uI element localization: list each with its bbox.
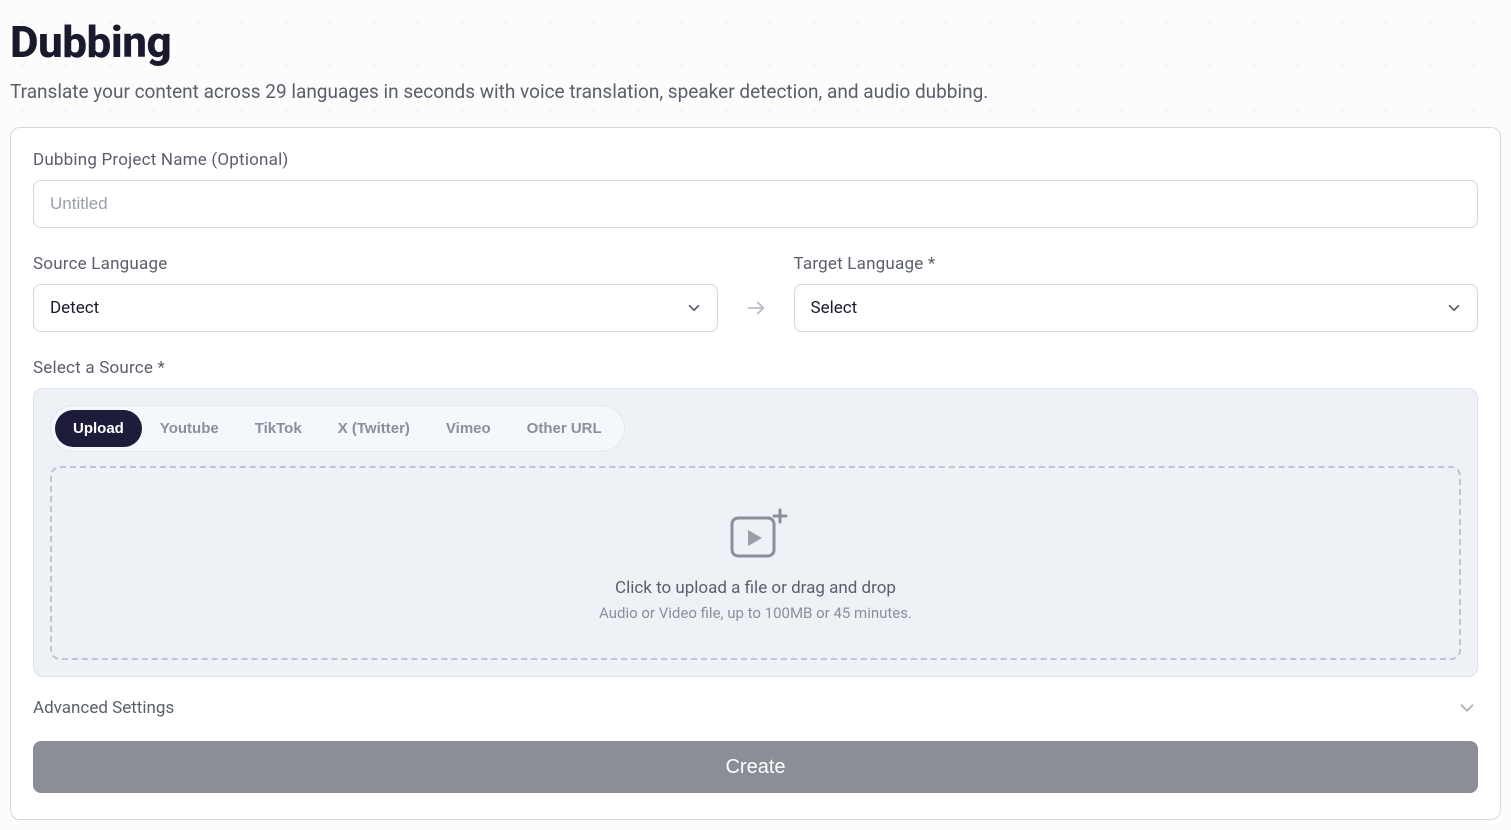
arrow-right-icon bbox=[736, 284, 776, 332]
target-language-value: Select bbox=[811, 298, 858, 318]
source-language-value: Detect bbox=[50, 298, 99, 318]
chevron-down-icon bbox=[1445, 299, 1463, 317]
source-tabs: Upload Youtube TikTok X (Twitter) Vimeo … bbox=[50, 405, 625, 452]
dropzone-subtitle: Audio or Video file, up to 100MB or 45 m… bbox=[599, 604, 912, 622]
tab-youtube[interactable]: Youtube bbox=[142, 410, 237, 447]
source-panel: Upload Youtube TikTok X (Twitter) Vimeo … bbox=[33, 388, 1478, 677]
tab-xtwitter[interactable]: X (Twitter) bbox=[320, 410, 428, 447]
source-language-label: Source Language bbox=[33, 254, 718, 274]
advanced-settings-toggle[interactable]: Advanced Settings bbox=[33, 697, 1478, 719]
select-source-label: Select a Source * bbox=[33, 358, 1478, 378]
page-subtitle: Translate your content across 29 languag… bbox=[10, 80, 1501, 103]
file-dropzone[interactable]: Click to upload a file or drag and drop … bbox=[50, 466, 1461, 660]
page-title: Dubbing bbox=[10, 16, 1501, 68]
target-language-select[interactable]: Select bbox=[794, 284, 1479, 332]
advanced-settings-label: Advanced Settings bbox=[33, 698, 174, 718]
chevron-down-icon bbox=[1456, 697, 1478, 719]
target-language-label: Target Language * bbox=[794, 254, 1479, 274]
tab-upload[interactable]: Upload bbox=[55, 410, 142, 447]
upload-video-icon bbox=[724, 504, 788, 568]
tab-tiktok[interactable]: TikTok bbox=[237, 410, 320, 447]
dubbing-form-card: Dubbing Project Name (Optional) Source L… bbox=[10, 127, 1501, 820]
project-name-label: Dubbing Project Name (Optional) bbox=[33, 150, 1478, 170]
tab-vimeo[interactable]: Vimeo bbox=[428, 410, 509, 447]
chevron-down-icon bbox=[685, 299, 703, 317]
project-name-input[interactable] bbox=[33, 180, 1478, 228]
source-language-select[interactable]: Detect bbox=[33, 284, 718, 332]
dropzone-title: Click to upload a file or drag and drop bbox=[615, 578, 896, 598]
tab-other-url[interactable]: Other URL bbox=[509, 410, 620, 447]
create-button[interactable]: Create bbox=[33, 741, 1478, 793]
